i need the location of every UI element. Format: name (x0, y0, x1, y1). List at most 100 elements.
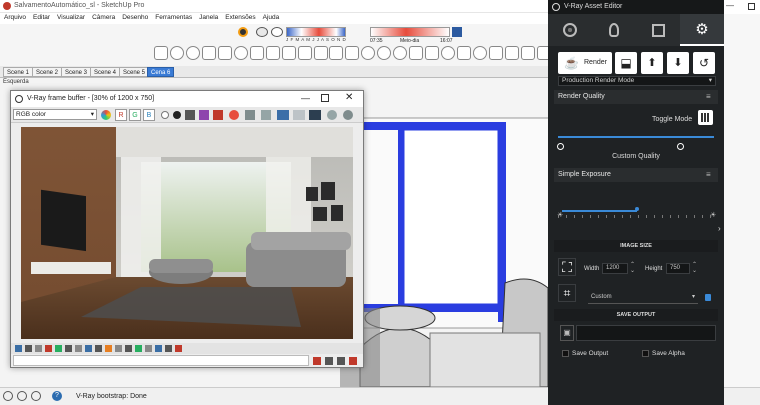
shadow-time-slider[interactable] (370, 27, 450, 37)
menu-item-1[interactable]: Editar (33, 14, 50, 21)
bottom-tool-icon[interactable] (105, 345, 112, 352)
bottom-tool-icon[interactable] (115, 345, 122, 352)
lens-effects-icon[interactable] (327, 110, 337, 120)
red-channel-button[interactable]: R (115, 109, 127, 121)
menu-item-7[interactable]: Extensões (225, 14, 255, 21)
stop-icon[interactable] (313, 357, 321, 365)
interactive-render-icon[interactable] (169, 46, 184, 60)
bottom-tool-icon[interactable] (35, 345, 42, 352)
proxy-export-icon[interactable] (409, 46, 424, 60)
omni-light-icon[interactable] (249, 46, 264, 60)
mesh-light-icon[interactable] (345, 46, 360, 60)
simple-exposure-header[interactable]: Simple Exposure ≡ (554, 168, 718, 182)
account-icon[interactable] (31, 391, 41, 401)
lock-icon[interactable] (705, 294, 711, 301)
tab-settings[interactable]: ⚙ (680, 14, 724, 46)
bottom-tool-icon[interactable] (85, 345, 92, 352)
scene-tab-1[interactable]: Scene 1 (3, 67, 34, 77)
bottom-tool-icon[interactable] (65, 345, 72, 352)
save-output-checkbox[interactable] (562, 350, 569, 357)
mesh-clipper-icon[interactable] (473, 46, 488, 60)
render-mode-select[interactable]: Production Render Mode ▾ (558, 76, 716, 86)
tab-lights[interactable] (592, 14, 636, 46)
link-icon[interactable] (309, 110, 321, 120)
light-gen-icon[interactable] (361, 46, 376, 60)
scene-tab-4[interactable]: Scene 4 (90, 67, 121, 77)
minimize-icon[interactable]: — (726, 1, 734, 10)
output-path-input[interactable] (576, 325, 716, 341)
scene-tab-5[interactable]: Scene 5 (119, 67, 150, 77)
render-last-icon[interactable] (277, 110, 289, 120)
maximize-icon[interactable] (748, 3, 755, 10)
save-image-icon[interactable] (185, 110, 195, 120)
render-teapot-icon[interactable] (154, 46, 168, 60)
settings-icon[interactable] (337, 357, 345, 365)
sliders-icon[interactable]: ≡ (706, 170, 711, 179)
height-stepper-icon[interactable]: ⌃ ⌄ (692, 262, 697, 274)
menu-item-3[interactable]: Câmera (92, 14, 115, 21)
reset-icon[interactable]: ↺ (693, 52, 715, 74)
bottom-tool-icon[interactable] (155, 345, 162, 352)
bottom-tool-icon[interactable] (15, 345, 22, 352)
width-stepper-icon[interactable]: ⌃ ⌄ (630, 262, 635, 274)
open-file-icon[interactable]: ⬆ (641, 52, 663, 74)
mono-icon[interactable] (173, 111, 181, 119)
sliders-icon[interactable]: ≡ (706, 92, 711, 101)
menu-item-8[interactable]: Ajuda (263, 14, 280, 21)
tab-materials[interactable] (548, 14, 592, 46)
quality-slider-start-knob[interactable] (557, 143, 564, 150)
spot-light-icon[interactable] (297, 46, 312, 60)
clipper-icon[interactable] (457, 46, 472, 60)
cloud-render-icon[interactable] (185, 46, 200, 60)
sphere-light-icon[interactable] (281, 46, 296, 60)
minimize-icon[interactable]: — (301, 93, 310, 103)
batch-render-icon[interactable] (233, 46, 248, 60)
save-file-icon[interactable]: ⬇ (667, 52, 689, 74)
warning-icon[interactable] (349, 357, 357, 365)
bottom-tool-icon[interactable] (25, 345, 32, 352)
height-input[interactable]: 750 (666, 263, 690, 274)
rendered-image[interactable] (21, 127, 353, 339)
menu-item-2[interactable]: Visualizar (57, 14, 85, 21)
fit-frame-icon[interactable]: ⛶ (558, 258, 576, 276)
shadow-settings-icon[interactable] (238, 27, 248, 37)
track-mouse-icon[interactable] (245, 110, 255, 120)
color-correction-icon[interactable] (343, 110, 353, 120)
vray-v-icon[interactable] (377, 46, 392, 60)
fur-icon[interactable] (441, 46, 456, 60)
bottom-tool-icon[interactable] (175, 345, 182, 352)
asset-editor-icon[interactable] (201, 46, 216, 60)
enmesh-icon[interactable] (520, 46, 535, 60)
maximize-icon[interactable] (321, 94, 329, 102)
menu-item-5[interactable]: Ferramentas (155, 14, 192, 21)
color-channels-icon[interactable] (101, 110, 111, 120)
frame-buffer-icon[interactable] (217, 46, 232, 60)
toggle-mode-button[interactable] (698, 110, 713, 125)
bottom-tool-icon[interactable] (75, 345, 82, 352)
blue-channel-button[interactable]: B (143, 109, 155, 121)
render-quality-header[interactable]: Render Quality ≡ (554, 90, 718, 104)
bottom-tool-icon[interactable] (55, 345, 62, 352)
clear-image-icon[interactable] (213, 110, 223, 120)
infinite-plane-icon[interactable] (393, 46, 408, 60)
shadow-date-slider[interactable] (286, 27, 346, 37)
alpha-channel-icon[interactable] (161, 111, 169, 119)
help-icon[interactable]: ? (52, 391, 62, 401)
chevron-right-icon[interactable]: › (718, 224, 721, 233)
proxy-import-icon[interactable] (425, 46, 440, 60)
width-input[interactable]: 1200 (602, 263, 628, 274)
tab-geometry[interactable] (636, 14, 680, 46)
region-render-icon[interactable] (261, 110, 271, 120)
fog-icon[interactable] (271, 27, 283, 37)
safe-frame-icon[interactable]: ⌗ (558, 284, 576, 302)
bottom-tool-icon[interactable] (135, 345, 142, 352)
quality-slider-knob[interactable] (676, 143, 684, 150)
green-channel-button[interactable]: G (129, 109, 141, 121)
save-alpha-checkbox[interactable] (642, 350, 649, 357)
image-file-icon[interactable]: ▣ (560, 325, 574, 341)
decal-icon[interactable] (504, 46, 519, 60)
scene-tab-3[interactable]: Scene 3 (61, 67, 92, 77)
credits-icon[interactable] (17, 391, 27, 401)
aspect-ratio-select[interactable]: Custom ▾ (588, 292, 698, 304)
close-icon[interactable]: ✕ (345, 92, 353, 103)
